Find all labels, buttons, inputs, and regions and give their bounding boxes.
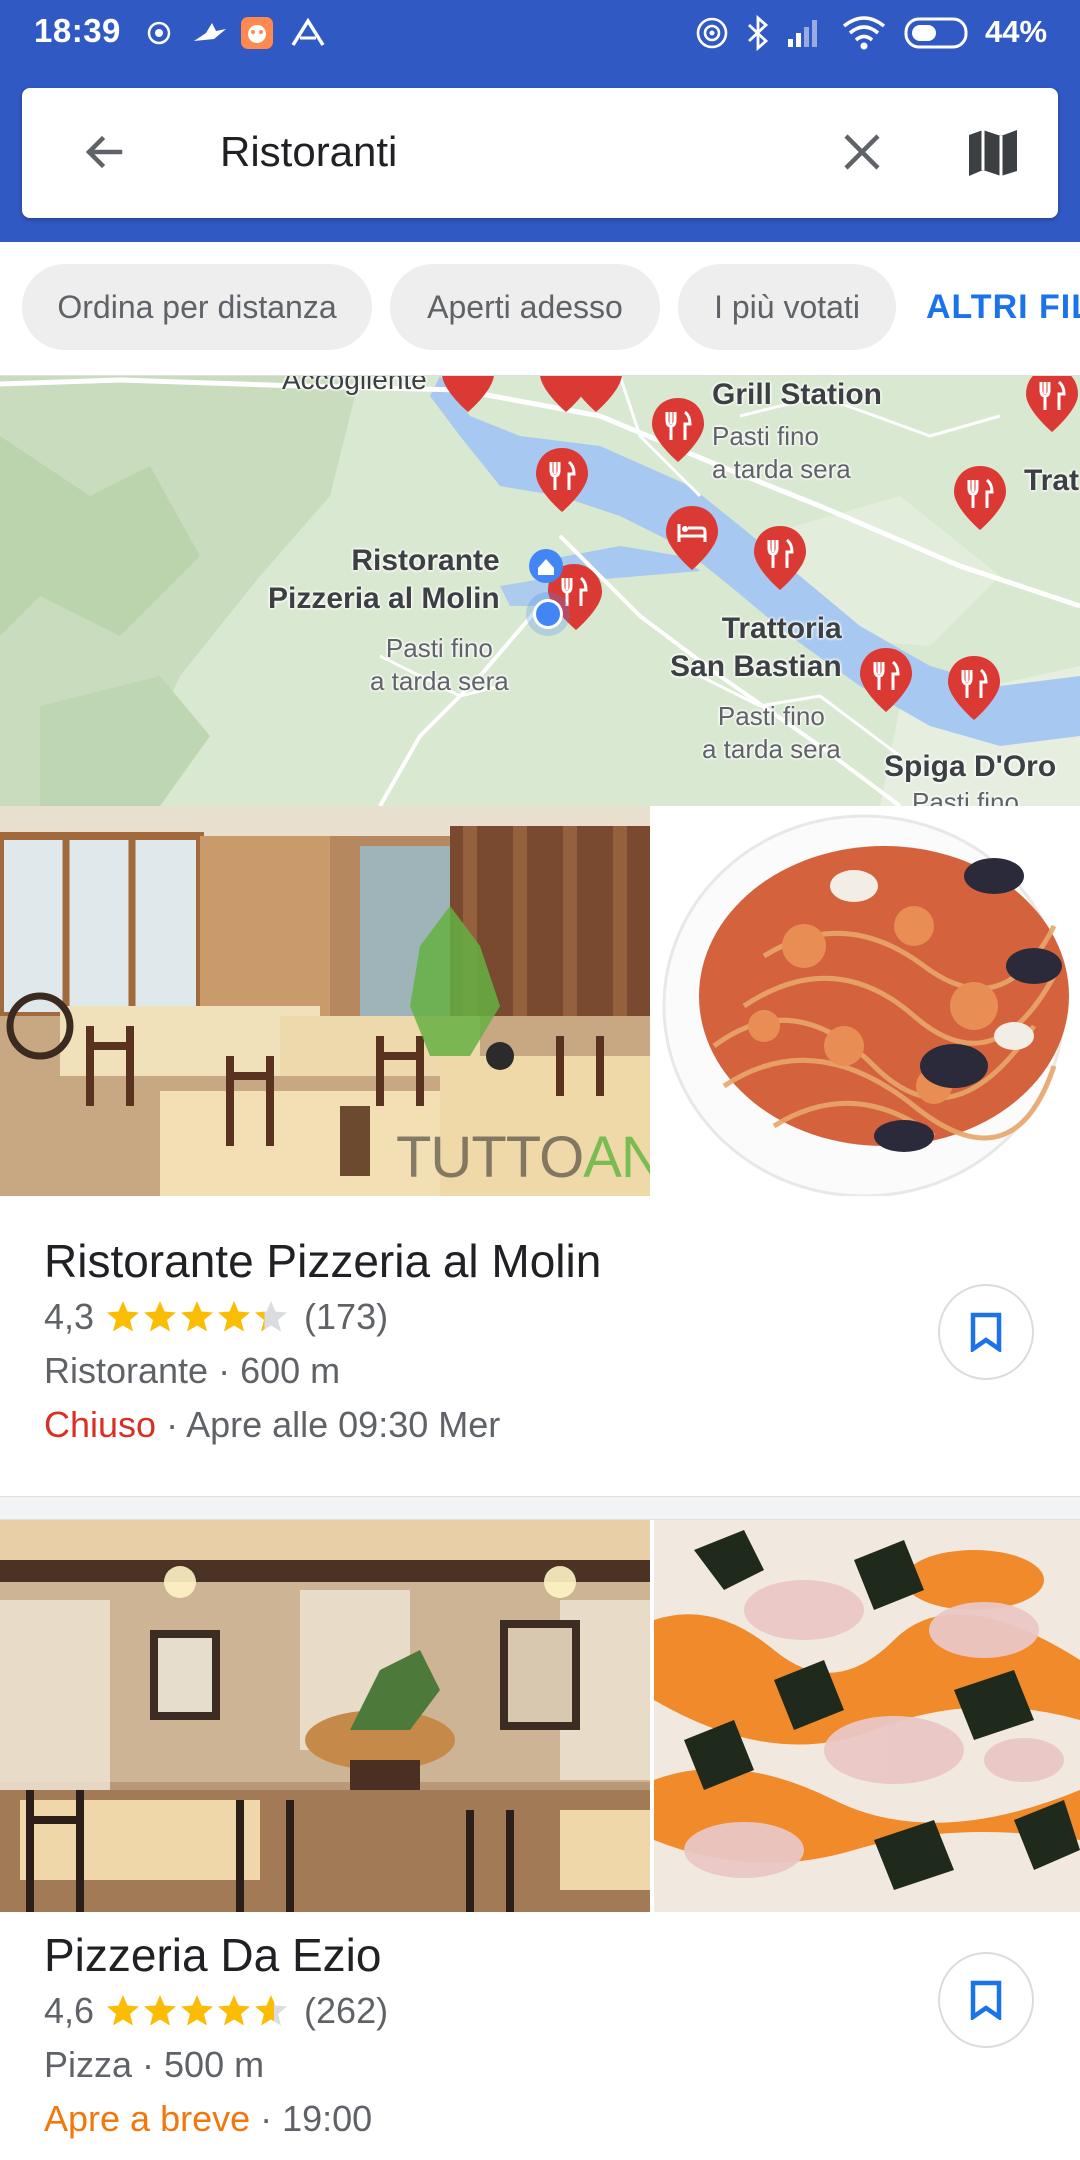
opening-hours: Chiuso · Apre alle 09:30 Mer [44,1404,500,1446]
result-photo-dish[interactable] [654,1520,1080,1912]
map-label-pizzeria-al-molin-hours: Pasti fino a tarda sera [370,633,509,696]
map-label-grill-station-hours: Pasti fino a tarda sera [712,421,851,484]
bluetooth-icon [746,14,770,52]
status-time: 18:39 [34,12,121,49]
spaghetti-dish-image [654,806,1080,1196]
status-opening-soon: Apre a breve [44,2098,251,2139]
home-marker-icon [529,549,563,583]
save-place-button[interactable] [938,1952,1034,2048]
opening-hours: Apre a breve · 19:00 [44,2098,372,2140]
back-button[interactable] [74,122,134,182]
result-photo-interior[interactable]: TUTTOANDROID [0,806,650,1196]
bookmark-icon [970,1312,1002,1352]
search-bar[interactable]: Ristoranti [22,88,1058,218]
rating-stars [104,1992,294,2030]
whatsapp-icon [146,14,172,52]
rating-row: 4,3 (173) [44,1296,388,1338]
map-pins [442,376,1078,720]
category-distance: Ristorante · 600 m [44,1350,341,1391]
filter-chips: Ordina per distanza Aperti adesso I più … [0,242,1080,376]
results-map[interactable]: Accogliente Grill Station Pasti fino a t… [0,376,1080,806]
rating-stars [104,1298,294,1336]
review-count: (262) [304,1990,389,2031]
rating-row: 4,6 (262) [44,1990,388,2032]
result-title[interactable]: Pizzeria Da Ezio [44,1928,381,1982]
hotel-pin-icon [666,506,718,570]
opening-time: · Apre alle 09:30 Mer [156,1404,501,1445]
restaurant-pin-icon [860,648,912,712]
signal-icon [786,14,822,52]
status-closed: Chiuso [44,1404,157,1445]
map-view-button[interactable] [962,122,1024,184]
map-label-spiga-doro-hours: Pasti fino [912,787,1019,806]
opening-time: · 19:00 [250,2098,373,2139]
restaurant-pin-icon [754,526,806,590]
navigation-app-icon [290,14,326,52]
chip-sort-distance[interactable]: Ordina per distanza [22,264,372,350]
category-distance: Pizza · 500 m [44,2044,265,2085]
star-rating-icon [107,1301,288,1332]
wifi-icon [842,14,886,52]
arrow-left-icon [85,135,123,169]
restaurant-pin-icon [948,656,1000,720]
restaurant-pin-icon [652,398,704,462]
save-place-button[interactable] [938,1284,1034,1380]
map-label-trattoria-san-bastian: Trattoria San Bastian [670,612,842,683]
rating-value: 4,6 [44,1990,95,2031]
map-label-trattoria-right: Trat [1024,464,1080,497]
result-card[interactable]: Pizzeria Da Ezio 4,6 (262) Pizza · 500 m… [0,1520,1080,2160]
result-photo-dish[interactable] [654,806,1080,1196]
chip-open-now[interactable]: Aperti adesso [390,264,660,350]
map-label-spiga-doro: Spiga D'Oro [884,750,1057,783]
my-location-icon [526,592,570,636]
results-separator [0,1496,1080,1520]
bird-app-icon [192,14,228,52]
restaurant-pin-icon [536,448,588,512]
status-bar: 18:39 44% [0,0,1080,66]
map-label-pizzeria-al-molin: Ristorante Pizzeria al Molin [268,544,500,615]
map-label-accogliente: Accogliente [282,376,427,395]
restaurant-pin-icon [1026,376,1078,432]
bookmark-icon [970,1980,1002,2020]
review-count: (173) [304,1296,389,1337]
battery-icon [904,14,974,52]
result-title[interactable]: Ristorante Pizzeria al Molin [44,1234,601,1288]
search-input[interactable]: Ristoranti [220,128,397,176]
watermark-text: TUTTOANDROID [396,1125,650,1190]
map-label-san-bastian-hours: Pasti fino a tarda sera [702,701,841,764]
close-icon [844,134,880,170]
more-filters-button[interactable]: ALTRI FILTRI [926,288,1080,327]
rating-value: 4,3 [44,1296,95,1337]
result-photo-interior[interactable] [0,1520,650,1912]
result-card[interactable]: TUTTOANDROID [0,806,1080,1496]
alarm-app-icon [240,14,274,52]
pizzeria-interior-image [0,1520,650,1912]
search-header: Ristoranti [0,66,1080,242]
clear-search-button[interactable] [832,122,892,182]
star-rating-icon [107,1995,288,2026]
chip-top-rated[interactable]: I più votati [678,264,896,350]
map-label-grill-station: Grill Station [712,378,883,411]
hotspot-icon [694,14,730,52]
restaurant-pin-icon [954,466,1006,530]
battery-percentage: 44% [985,14,1048,49]
pizza-dish-image [654,1520,1080,1912]
map-icon [969,130,1017,176]
